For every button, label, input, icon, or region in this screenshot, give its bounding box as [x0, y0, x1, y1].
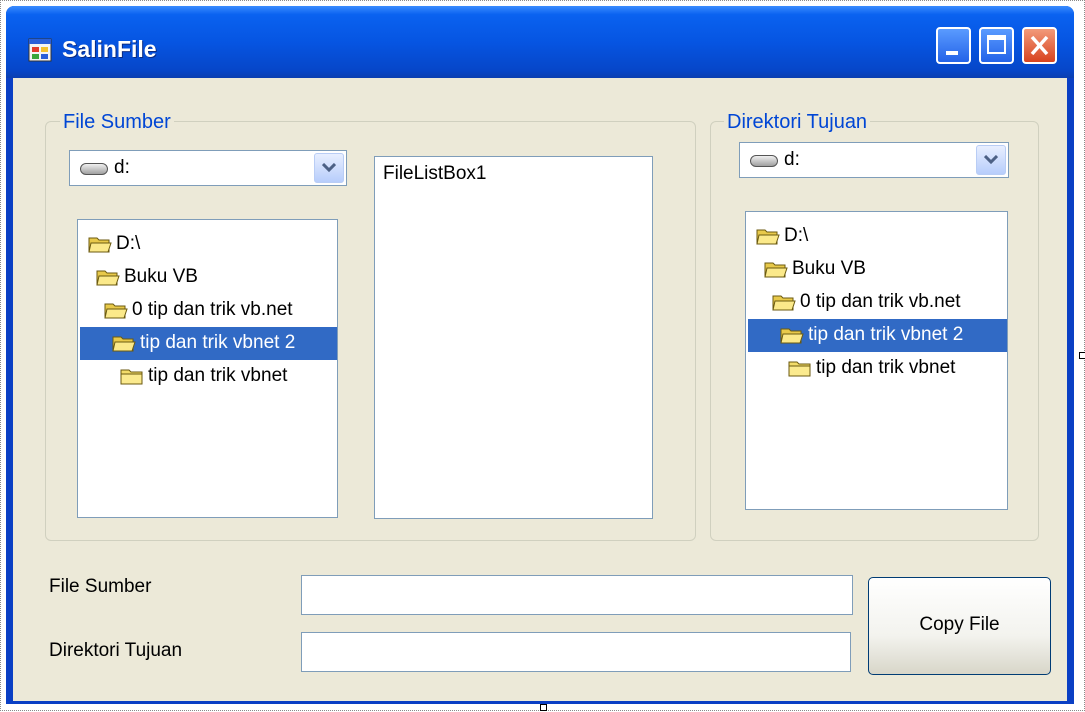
- dest-folder-label: Buku VB: [792, 258, 866, 279]
- dest-folder-item[interactable]: Buku VB: [748, 253, 1007, 286]
- dest-drive-combobox[interactable]: d:: [739, 142, 1009, 178]
- source-folder-label: tip dan trik vbnet: [148, 365, 288, 386]
- open-folder-icon: [104, 303, 128, 319]
- maximize-button[interactable]: [979, 27, 1014, 64]
- drive-icon: [80, 163, 108, 175]
- dest-folder-label: tip dan trik vbnet 2: [808, 324, 964, 345]
- window-title: SalinFile: [62, 36, 157, 62]
- folder-icon: [120, 369, 143, 385]
- dest-folder-item[interactable]: tip dan trik vbnet: [748, 352, 1007, 385]
- resize-handle-right[interactable]: [1079, 352, 1085, 359]
- source-folder-item[interactable]: 0 tip dan trik vb.net: [80, 294, 337, 327]
- resize-handle-bottom[interactable]: [540, 704, 547, 711]
- source-file-textbox[interactable]: [301, 575, 853, 615]
- source-folder-item[interactable]: D:\: [80, 228, 337, 261]
- dest-folder-label: tip dan trik vbnet: [816, 357, 956, 378]
- open-folder-icon: [88, 237, 112, 253]
- source-folder-item[interactable]: tip dan trik vbnet 2: [80, 327, 337, 360]
- drive-icon: [750, 155, 778, 167]
- form-client-area: File Sumber d: D:\ Buku VB 0 tip dan trik …: [13, 78, 1067, 701]
- dest-folder-label: 0 tip dan trik vb.net: [800, 291, 961, 312]
- dest-folder-label: D:\: [784, 225, 809, 246]
- open-folder-icon: [780, 328, 804, 344]
- source-folder-label: D:\: [116, 233, 141, 254]
- source-folder-label: tip dan trik vbnet 2: [140, 332, 296, 353]
- close-icon: [1030, 35, 1049, 56]
- open-folder-icon: [96, 270, 120, 286]
- minimize-button[interactable]: [936, 27, 971, 64]
- source-folder-label: Buku VB: [124, 266, 198, 287]
- chevron-down-icon: [984, 155, 998, 165]
- copy-file-button-label: Copy File: [919, 614, 1000, 635]
- maximize-icon: [987, 35, 1006, 54]
- dest-dir-textbox[interactable]: [301, 632, 851, 672]
- dest-dir-label: Direktori Tujuan: [49, 640, 183, 661]
- open-folder-icon: [112, 336, 136, 352]
- open-folder-icon: [772, 295, 796, 311]
- dest-folder-item[interactable]: D:\: [748, 220, 1007, 253]
- source-drive-value: d:: [114, 157, 130, 178]
- source-drive-dropdown-button[interactable]: [314, 153, 344, 183]
- source-drive-combobox[interactable]: d:: [69, 150, 347, 186]
- minimize-icon: [946, 51, 958, 55]
- app-icon: [28, 38, 52, 62]
- dest-folder-item[interactable]: 0 tip dan trik vb.net: [748, 286, 1007, 319]
- dest-drive-value: d:: [784, 149, 800, 170]
- close-button[interactable]: [1022, 27, 1057, 64]
- dest-folder-item[interactable]: tip dan trik vbnet 2: [748, 319, 1007, 352]
- source-file-label: File Sumber: [49, 576, 152, 597]
- source-group-label: File Sumber: [60, 111, 174, 133]
- title-bar[interactable]: SalinFile: [6, 6, 1074, 78]
- source-folder-item[interactable]: tip dan trik vbnet: [80, 360, 337, 393]
- dest-group-label: Direktori Tujuan: [724, 111, 871, 133]
- folder-icon: [788, 361, 811, 377]
- dest-directory-listbox[interactable]: D:\ Buku VB 0 tip dan trik vb.net tip dan t…: [745, 211, 1008, 510]
- copy-file-button[interactable]: Copy File: [868, 577, 1051, 675]
- source-file-listbox[interactable]: FileListBox1: [374, 156, 653, 519]
- open-folder-icon: [756, 229, 780, 245]
- file-listbox-label: FileListBox1: [383, 163, 487, 184]
- open-folder-icon: [764, 262, 788, 278]
- salinfile-window: SalinFile File Sumber d: D:\ Buku VB 0 t…: [6, 6, 1074, 704]
- chevron-down-icon: [322, 163, 336, 173]
- source-folder-label: 0 tip dan trik vb.net: [132, 299, 293, 320]
- source-folder-item[interactable]: Buku VB: [80, 261, 337, 294]
- source-directory-listbox[interactable]: D:\ Buku VB 0 tip dan trik vb.net tip dan t…: [77, 219, 338, 518]
- dest-drive-dropdown-button[interactable]: [976, 145, 1006, 175]
